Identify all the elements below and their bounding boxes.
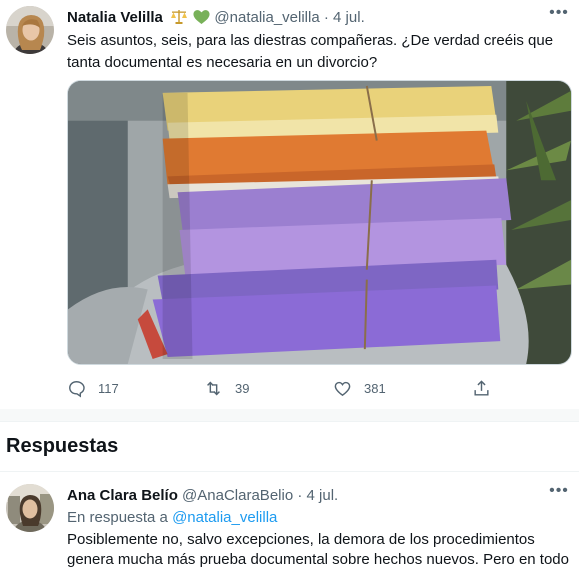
- tweet-media-photo[interactable]: [67, 80, 572, 365]
- reply-author-avatar[interactable]: [6, 484, 54, 532]
- more-options-icon[interactable]: •••: [549, 5, 569, 26]
- section-gap: [0, 409, 579, 421]
- retweet-count: 39: [235, 380, 250, 396]
- author-name[interactable]: Natalia Velilla: [67, 9, 163, 26]
- replies-heading: Respuestas: [6, 435, 119, 457]
- divider: [0, 421, 579, 422]
- tweet-actions: 117 39 381: [67, 377, 497, 399]
- reply-date[interactable]: 4 jul.: [307, 487, 339, 504]
- reply-author-handle[interactable]: @AnaClaraBelio: [182, 487, 293, 504]
- more-options-icon[interactable]: •••: [549, 483, 569, 504]
- tweet-text: Seis asuntos, seis, para las diestras co…: [67, 32, 554, 71]
- green-heart-emoji-icon: [193, 9, 210, 31]
- separator-dot: ·: [297, 487, 303, 504]
- reply-author-name[interactable]: Ana Clara Belío: [67, 487, 178, 504]
- reply-icon: [69, 380, 85, 397]
- like-button[interactable]: 381: [333, 377, 386, 399]
- retweet-button[interactable]: 39: [204, 377, 249, 399]
- author-handle[interactable]: @natalia_velilla: [214, 9, 319, 26]
- share-button[interactable]: [472, 377, 503, 399]
- share-icon: [474, 379, 489, 396]
- balance-scale-emoji-icon: [170, 9, 188, 31]
- author-avatar[interactable]: [6, 6, 54, 54]
- reply-context: En respuesta a @natalia_velilla: [67, 508, 277, 528]
- like-count: 381: [364, 380, 386, 396]
- reply-to-handle-link[interactable]: @natalia_velilla: [172, 509, 277, 526]
- reply-count: 117: [98, 380, 119, 396]
- separator-dot: ·: [323, 9, 329, 26]
- heart-icon: [334, 381, 351, 396]
- reply-tweet[interactable]: Ana Clara Belío @AnaClaraBelio · 4 jul. …: [0, 472, 579, 572]
- author-line: Natalia Velilla @natalia_velilla · 4 jul…: [67, 8, 365, 31]
- reply-author-line: Ana Clara Belío @AnaClaraBelio · 4 jul.: [67, 486, 338, 506]
- reply-text: Posiblemente no, salvo excepciones, la d…: [67, 531, 569, 568]
- reply-button[interactable]: 117: [67, 377, 119, 399]
- reply-prefix: En respuesta a: [67, 509, 168, 526]
- tweet[interactable]: Natalia Velilla @natalia_velilla · 4 jul…: [0, 0, 579, 410]
- retweet-icon: [207, 381, 220, 395]
- tweet-date[interactable]: 4 jul.: [333, 9, 365, 26]
